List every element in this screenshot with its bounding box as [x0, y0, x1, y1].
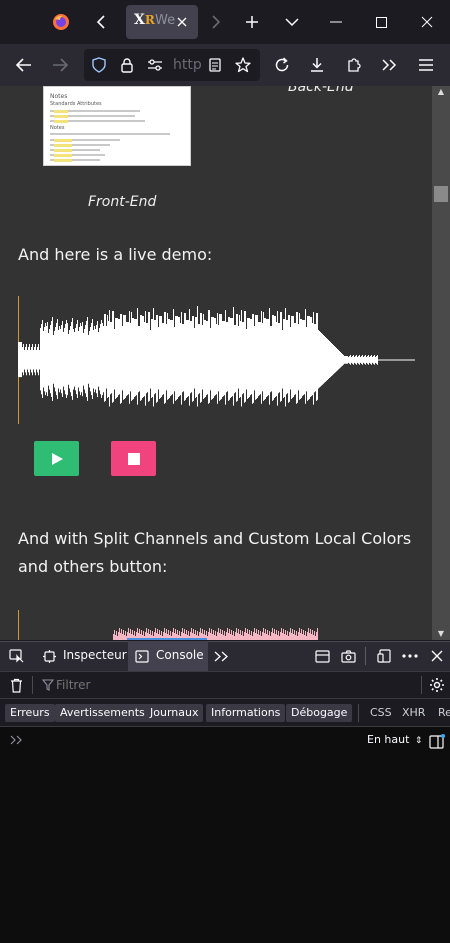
close-devtools-icon[interactable]: [427, 646, 447, 666]
reader-view-icon[interactable]: [204, 54, 226, 76]
filter-requests[interactable]: Re: [438, 704, 450, 722]
tab-inspector[interactable]: Inspecteur: [63, 648, 127, 662]
url-text[interactable]: http: [173, 57, 202, 73]
firefox-menu-icon[interactable]: [50, 11, 72, 33]
tab-console[interactable]: Console: [156, 648, 204, 662]
scroll-up-arrow-icon[interactable]: ▲: [432, 86, 450, 98]
favicon-sub: R: [144, 13, 155, 27]
responsive-design-icon[interactable]: [374, 646, 394, 666]
caption-front-end: Front-End: [88, 194, 157, 210]
filter-xhr[interactable]: XHR: [402, 704, 425, 722]
filter-logs[interactable]: Journaux: [145, 704, 204, 722]
scroll-down-arrow-icon[interactable]: ▼: [432, 628, 450, 640]
console-prompt-chevron-icon: [8, 732, 24, 748]
filter-divider-right: [421, 676, 422, 694]
thumbnail-subheading-2: Notes: [50, 125, 65, 131]
back-icon[interactable]: [12, 53, 36, 77]
play-button[interactable]: [34, 441, 79, 476]
front-end-screenshot: Notes Standards Attributes Notes: [43, 86, 191, 166]
sidebar-toggle-icon[interactable]: [427, 731, 447, 751]
trash-clear-icon[interactable]: [6, 675, 26, 695]
waveform-2[interactable]: [18, 610, 415, 640]
favicon-letter: X: [134, 12, 145, 28]
page-scrollbar[interactable]: [432, 86, 450, 640]
tracking-protection-shield-icon[interactable]: [88, 54, 110, 76]
bookmark-star-icon[interactable]: [232, 54, 254, 76]
tab-strip: XR We: [0, 0, 450, 64]
tab-favicon: XR: [134, 12, 155, 28]
filter-warnings[interactable]: Avertissements: [55, 704, 150, 722]
console-output[interactable]: [0, 727, 450, 943]
filter-debug[interactable]: Débogage: [286, 704, 353, 722]
downloads-icon[interactable]: [306, 54, 328, 76]
filter-css[interactable]: CSS: [370, 704, 392, 722]
more-tools-chevron-icon[interactable]: [211, 646, 231, 666]
close-window-icon[interactable]: [416, 11, 438, 33]
select-arrows-icon: ⇕: [414, 736, 423, 746]
waveform-2-progress: [127, 638, 207, 640]
filter-funnel-icon: [40, 677, 56, 693]
forward-icon[interactable]: [48, 53, 72, 77]
filter-divider: [32, 676, 33, 694]
thumbnail-subheading-1: Standards Attributes: [50, 101, 102, 107]
category-divider: [358, 704, 359, 722]
tab-scroll-right-icon[interactable]: [205, 11, 227, 33]
caption-back-end: Back-End: [288, 86, 354, 95]
stop-button[interactable]: [111, 441, 156, 476]
console-settings-gear-icon[interactable]: [427, 675, 447, 695]
toolbar-divider: [365, 647, 366, 665]
tab-close-icon[interactable]: [173, 12, 191, 32]
list-all-tabs-icon[interactable]: [281, 11, 303, 33]
reload-icon[interactable]: [271, 54, 293, 76]
filter-errors[interactable]: Erreurs: [5, 704, 55, 722]
new-tab-icon[interactable]: [241, 11, 263, 33]
stop-icon: [127, 452, 140, 465]
play-icon: [51, 452, 63, 465]
console-position-select[interactable]: En haut ⇕: [367, 733, 422, 746]
scrollbar-thumb[interactable]: [434, 186, 448, 202]
waveform[interactable]: [18, 296, 415, 424]
filter-info[interactable]: Informations: [206, 704, 286, 722]
page-content: Notes Standards Attributes Notes Back-En…: [0, 86, 432, 640]
maximize-icon[interactable]: [370, 11, 392, 33]
lock-icon[interactable]: [116, 54, 138, 76]
console-position-label: En haut: [367, 733, 410, 746]
tab-scroll-left-icon[interactable]: [90, 11, 112, 33]
devtools-menu-icon[interactable]: [400, 646, 420, 666]
inspector-icon: [40, 646, 58, 666]
extensions-icon[interactable]: [343, 54, 365, 76]
console-icon: [133, 646, 151, 666]
split-console-icon[interactable]: [312, 646, 332, 666]
permissions-icon[interactable]: [144, 54, 166, 76]
thumbnail-heading: Notes: [50, 93, 68, 100]
split-channels-text: And with Split Channels and Custom Local…: [18, 529, 412, 576]
screenshot-icon[interactable]: [338, 646, 358, 666]
live-demo-text: And here is a live demo:: [18, 245, 213, 264]
hamburger-menu-icon[interactable]: [415, 54, 437, 76]
element-picker-icon[interactable]: [6, 646, 26, 666]
overflow-chevron-icon[interactable]: [378, 54, 400, 76]
minimize-icon[interactable]: [325, 11, 347, 33]
console-filter-input[interactable]: [56, 675, 418, 695]
